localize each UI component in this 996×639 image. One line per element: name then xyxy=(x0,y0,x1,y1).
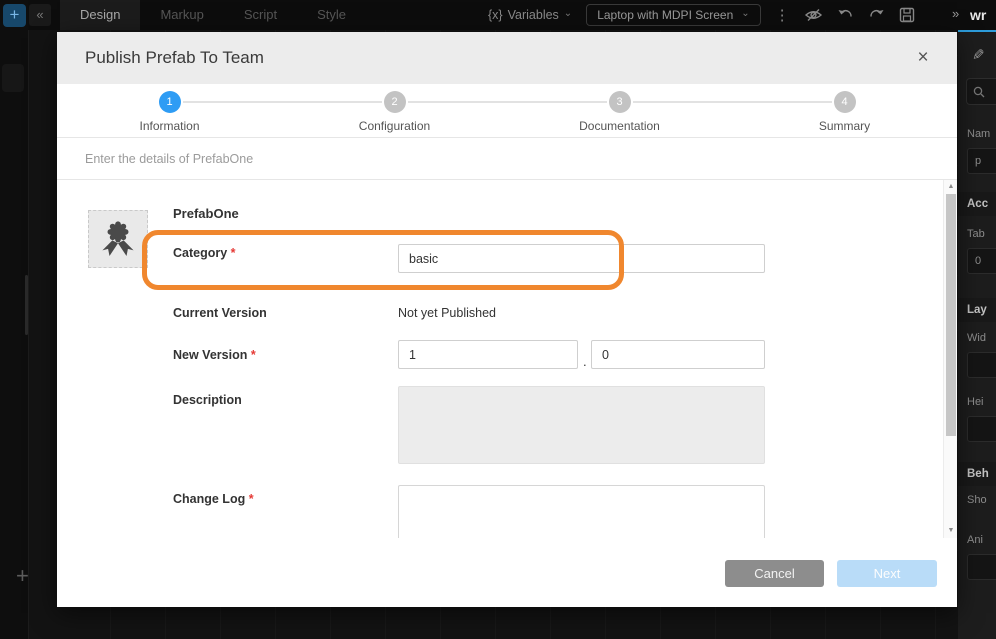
edit-pencil-icon[interactable]: ✎ xyxy=(972,46,985,64)
close-icon[interactable]: × xyxy=(911,46,935,70)
modal-title: Publish Prefab To Team xyxy=(85,48,264,68)
sidebar-widget-block xyxy=(2,64,24,92)
properties-search-input[interactable] xyxy=(966,78,996,105)
cancel-button[interactable]: Cancel xyxy=(725,560,824,587)
step-information[interactable]: 1 Information xyxy=(57,84,282,133)
changelog-label: Change Log * xyxy=(173,492,254,506)
tab-markup[interactable]: Markup xyxy=(140,0,223,30)
step-documentation[interactable]: 3 Documentation xyxy=(507,84,732,133)
add-widget-button[interactable]: + xyxy=(3,4,26,27)
tab-script[interactable]: Script xyxy=(224,0,297,30)
prefab-thumbnail xyxy=(88,210,148,268)
version-separator: . xyxy=(583,354,587,369)
required-asterisk: * xyxy=(249,492,254,506)
scroll-down-icon[interactable]: ▼ xyxy=(944,525,958,537)
category-input[interactable] xyxy=(398,244,765,273)
properties-panel: ✎ Nam p Acc Tab 0 Lay Wid Hei Beh Sho An… xyxy=(958,30,996,639)
wizard-stepper: 1 Information 2 Configuration 3 Document… xyxy=(57,84,957,138)
variables-label: Variables xyxy=(508,8,559,22)
prop-section-accessibility[interactable]: Acc xyxy=(958,192,996,216)
description-label: Description xyxy=(173,393,242,407)
version-major-input[interactable] xyxy=(398,340,578,369)
scrollbar-thumb[interactable] xyxy=(946,194,956,436)
modal-footer: Cancel Next xyxy=(57,538,957,607)
modal-subtitle: Enter the details of PrefabOne xyxy=(85,152,253,166)
scroll-up-icon[interactable]: ▲ xyxy=(944,181,958,193)
prop-tabindex-input[interactable]: 0 xyxy=(967,248,996,274)
prop-width-input[interactable] xyxy=(967,352,996,378)
toolbar-overflow-icon[interactable]: » xyxy=(952,6,959,21)
step-label: Documentation xyxy=(507,119,732,133)
prop-tabindex-label: Tab xyxy=(967,228,985,240)
device-selector-label: Laptop with MDPI Screen xyxy=(597,8,733,22)
tab-style[interactable]: Style xyxy=(297,0,366,30)
required-asterisk: * xyxy=(251,348,256,362)
toolbar-right-cluster: {x} Variables ⌄ Laptop with MDPI Screen … xyxy=(488,0,915,30)
prop-name-input[interactable]: p xyxy=(967,148,996,174)
step-number-badge: 1 xyxy=(159,91,181,113)
prop-name-label: Nam xyxy=(967,128,990,140)
variables-dropdown[interactable]: {x} Variables ⌄ xyxy=(488,8,572,22)
prop-section-behavior[interactable]: Beh xyxy=(958,462,996,486)
step-number-badge: 4 xyxy=(834,91,856,113)
step-configuration[interactable]: 2 Configuration xyxy=(282,84,507,133)
prop-section-layout[interactable]: Lay xyxy=(958,298,996,322)
changelog-textarea[interactable] xyxy=(398,485,765,538)
step-label: Summary xyxy=(732,119,957,133)
variables-icon: {x} xyxy=(488,8,503,22)
device-selector-dropdown[interactable]: Laptop with MDPI Screen ⌄ xyxy=(586,4,760,26)
prefab-name-heading: PrefabOne xyxy=(173,206,239,221)
left-sidebar-rail xyxy=(0,0,28,639)
prop-width-label: Wid xyxy=(967,332,986,344)
tab-design[interactable]: Design xyxy=(60,0,140,30)
editor-mode-tabs: Design Markup Script Style xyxy=(60,0,366,30)
step-label: Configuration xyxy=(282,119,507,133)
collapse-panel-button[interactable]: « xyxy=(29,4,51,26)
content-scrollbar[interactable]: ▲ ▼ xyxy=(943,180,957,538)
kebab-menu-icon[interactable]: ⋮ xyxy=(775,6,790,24)
publish-prefab-modal: Publish Prefab To Team × 1 Information 2… xyxy=(57,32,957,607)
add-page-icon[interactable]: + xyxy=(16,563,29,589)
prop-animation-input[interactable] xyxy=(967,554,996,580)
chevron-down-icon: ⌄ xyxy=(741,8,749,19)
top-toolbar: Design Markup Script Style {x} Variables… xyxy=(0,0,996,30)
search-icon xyxy=(973,86,985,98)
preview-hidden-icon[interactable] xyxy=(804,8,823,22)
current-version-label: Current Version xyxy=(173,306,267,320)
prop-height-input[interactable] xyxy=(967,416,996,442)
current-version-value: Not yet Published xyxy=(398,306,496,320)
required-asterisk: * xyxy=(231,246,236,260)
undo-icon[interactable] xyxy=(837,8,854,22)
version-minor-input[interactable] xyxy=(591,340,765,369)
rosette-badge-icon xyxy=(101,219,135,259)
modal-form-content: PrefabOne Category * Current Version Not… xyxy=(57,180,957,538)
new-version-label: New Version * xyxy=(173,348,256,362)
step-number-badge: 2 xyxy=(384,91,406,113)
prop-height-label: Hei xyxy=(967,396,984,408)
workspace-label: wr xyxy=(970,7,986,23)
description-textarea xyxy=(398,386,765,464)
step-number-badge: 3 xyxy=(609,91,631,113)
step-label: Information xyxy=(57,119,282,133)
redo-icon[interactable] xyxy=(868,8,885,22)
category-label: Category * xyxy=(173,246,236,260)
prop-animation-label: Ani xyxy=(967,534,983,546)
modal-subtitle-row: Enter the details of PrefabOne xyxy=(57,138,957,180)
step-summary[interactable]: 4 Summary xyxy=(732,84,957,133)
modal-header: Publish Prefab To Team × xyxy=(57,32,957,84)
next-button[interactable]: Next xyxy=(837,560,937,587)
left-sidebar-secondary xyxy=(28,30,57,639)
save-icon[interactable] xyxy=(899,7,915,23)
chevron-down-icon: ⌄ xyxy=(564,8,572,19)
prop-show-label: Sho xyxy=(967,494,987,506)
